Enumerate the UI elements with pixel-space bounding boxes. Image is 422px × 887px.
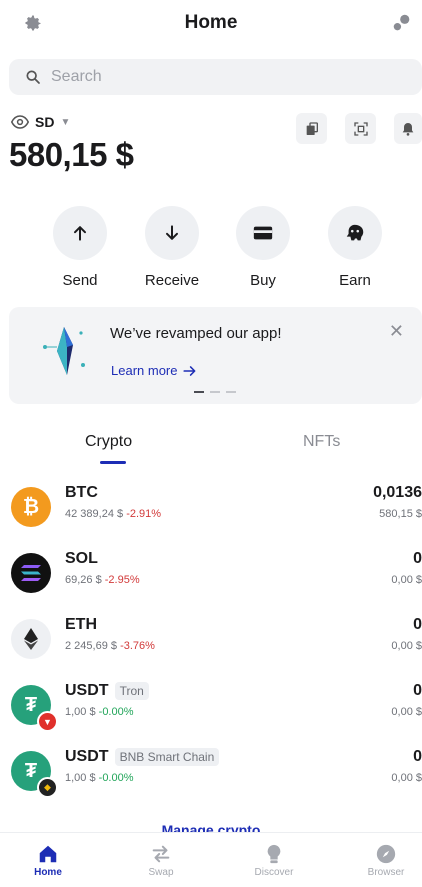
token-symbol: USDT [65, 748, 109, 765]
bnb-network-icon: ◆ [37, 777, 58, 798]
token-price: 2 245,69 $ [65, 640, 117, 652]
arrow-up-icon [53, 206, 107, 260]
nav-discover-label: Discover [254, 867, 294, 878]
network-chip: Tron [114, 682, 149, 700]
close-banner-icon[interactable]: ✕ [389, 321, 404, 342]
nav-browser[interactable]: Browser [346, 841, 422, 878]
scan-icon [353, 121, 368, 136]
search-icon [25, 69, 41, 85]
token-row-usdt-bnb[interactable]: ₮ ◆ USDT BNB Smart Chain 1,00 $ -0.00% 0 … [0, 747, 422, 813]
token-change: -2.91% [126, 508, 162, 520]
send-action[interactable]: Send [35, 206, 125, 289]
wallet-name: SD [35, 114, 55, 130]
receive-action[interactable]: Receive [127, 206, 217, 289]
token-price: 1,00 $ [65, 706, 96, 718]
ethereum-logo-icon [11, 619, 51, 659]
token-amount: 0 [413, 616, 422, 633]
tab-crypto[interactable]: Crypto [85, 433, 132, 451]
token-amount: 0 [413, 550, 422, 567]
solana-logo-icon [11, 553, 51, 593]
network-chip: BNB Smart Chain [114, 748, 220, 766]
carousel-indicator [194, 391, 236, 393]
chevron-down-icon: ▼ [60, 116, 71, 128]
carousel-dot [226, 391, 236, 393]
token-row-usdt-tron[interactable]: ₮ ▼ USDT Tron 1,00 $ -0.00% 0 0,00 $ [0, 681, 422, 747]
carousel-dot [194, 391, 204, 393]
home-icon [8, 841, 88, 867]
nav-home[interactable]: Home [8, 841, 88, 878]
arrow-down-icon [145, 206, 199, 260]
token-row-sol[interactable]: SOL 69,26 $ -2.95% 0 0,00 $ [0, 549, 422, 615]
token-change: -0.00% [98, 706, 134, 718]
token-price: 1,00 $ [65, 772, 96, 784]
card-icon [236, 206, 290, 260]
token-symbol: USDT [65, 682, 109, 699]
bottom-navigation: Home Swap Discover Browser [0, 832, 422, 887]
token-price-line: 42 389,24 $ -2.91% [65, 508, 161, 520]
nav-discover[interactable]: Discover [234, 841, 314, 878]
active-tab-indicator [100, 461, 126, 464]
token-fiat-value: 580,15 $ [379, 508, 422, 520]
bitcoin-logo-icon: ₿ [11, 487, 51, 527]
token-row-eth[interactable]: ETH 2 245,69 $ -3.76% 0 0,00 $ [0, 615, 422, 681]
token-price-line: 1,00 $ -0.00% [65, 772, 134, 784]
wallet-balance: 580,15 $ [9, 136, 134, 173]
token-symbol: ETH [65, 616, 97, 633]
token-fiat-value: 0,00 $ [391, 772, 422, 784]
copy-icon [306, 121, 318, 135]
token-price-line: 69,26 $ -2.95% [65, 574, 140, 586]
bell-icon [402, 122, 414, 136]
piggy-icon [328, 206, 382, 260]
token-symbol: SOL [65, 550, 98, 567]
wallet-selector[interactable]: SD ▼ [11, 114, 70, 130]
learn-more-link[interactable]: Learn more [111, 363, 197, 378]
tab-nfts[interactable]: NFTs [303, 433, 340, 451]
banner-headline: We’ve revamped our app! [110, 325, 282, 342]
token-price-line: 2 245,69 $ -3.76% [65, 640, 155, 652]
crystal-illustration-icon [37, 321, 91, 386]
token-symbol: BTC [65, 484, 98, 501]
lightbulb-icon [234, 841, 314, 867]
promo-banner[interactable]: We’ve revamped our app! Learn more ✕ [9, 307, 422, 404]
token-symbol-line: USDT Tron [65, 682, 149, 700]
send-label: Send [62, 272, 98, 289]
eye-icon[interactable] [11, 115, 29, 129]
scan-button[interactable] [345, 113, 376, 144]
arrow-right-icon [183, 365, 197, 377]
notifications-button[interactable] [394, 113, 422, 144]
search-placeholder: Search [51, 68, 102, 85]
nav-home-label: Home [34, 867, 62, 878]
token-fiat-value: 0,00 $ [391, 706, 422, 718]
swap-icon [121, 841, 201, 867]
token-change: -3.76% [120, 640, 155, 652]
learn-more-label: Learn more [111, 363, 178, 378]
carousel-dot [210, 391, 220, 393]
token-amount: 0,0136 [373, 484, 422, 501]
nav-browser-label: Browser [367, 867, 405, 878]
token-row-btc[interactable]: ₿ BTC 42 389,24 $ -2.91% 0,0136 580,15 $ [0, 483, 422, 549]
copy-button[interactable] [296, 113, 327, 144]
token-change: -0.00% [98, 772, 134, 784]
nav-swap[interactable]: Swap [121, 841, 201, 878]
receive-label: Receive [144, 272, 200, 289]
page-title: Home [184, 12, 238, 33]
earn-action[interactable]: Earn [310, 206, 400, 289]
buy-label: Buy [250, 272, 276, 289]
connections-dots-icon[interactable] [389, 10, 415, 36]
token-price: 69,26 $ [65, 574, 102, 586]
token-symbol-line: USDT BNB Smart Chain [65, 748, 220, 766]
token-amount: 0 [413, 682, 422, 699]
earn-label: Earn [339, 272, 371, 289]
token-amount: 0 [413, 748, 422, 765]
tron-network-icon: ▼ [37, 711, 58, 732]
token-fiat-value: 0,00 $ [391, 640, 422, 652]
token-price-line: 1,00 $ -0.00% [65, 706, 134, 718]
token-change: -2.95% [104, 574, 140, 586]
compass-icon [346, 841, 422, 867]
token-price: 42 389,24 $ [65, 508, 124, 520]
buy-action[interactable]: Buy [218, 206, 308, 289]
nav-swap-label: Swap [148, 867, 174, 878]
token-fiat-value: 0,00 $ [391, 574, 422, 586]
search-bar[interactable]: Search [9, 59, 422, 95]
